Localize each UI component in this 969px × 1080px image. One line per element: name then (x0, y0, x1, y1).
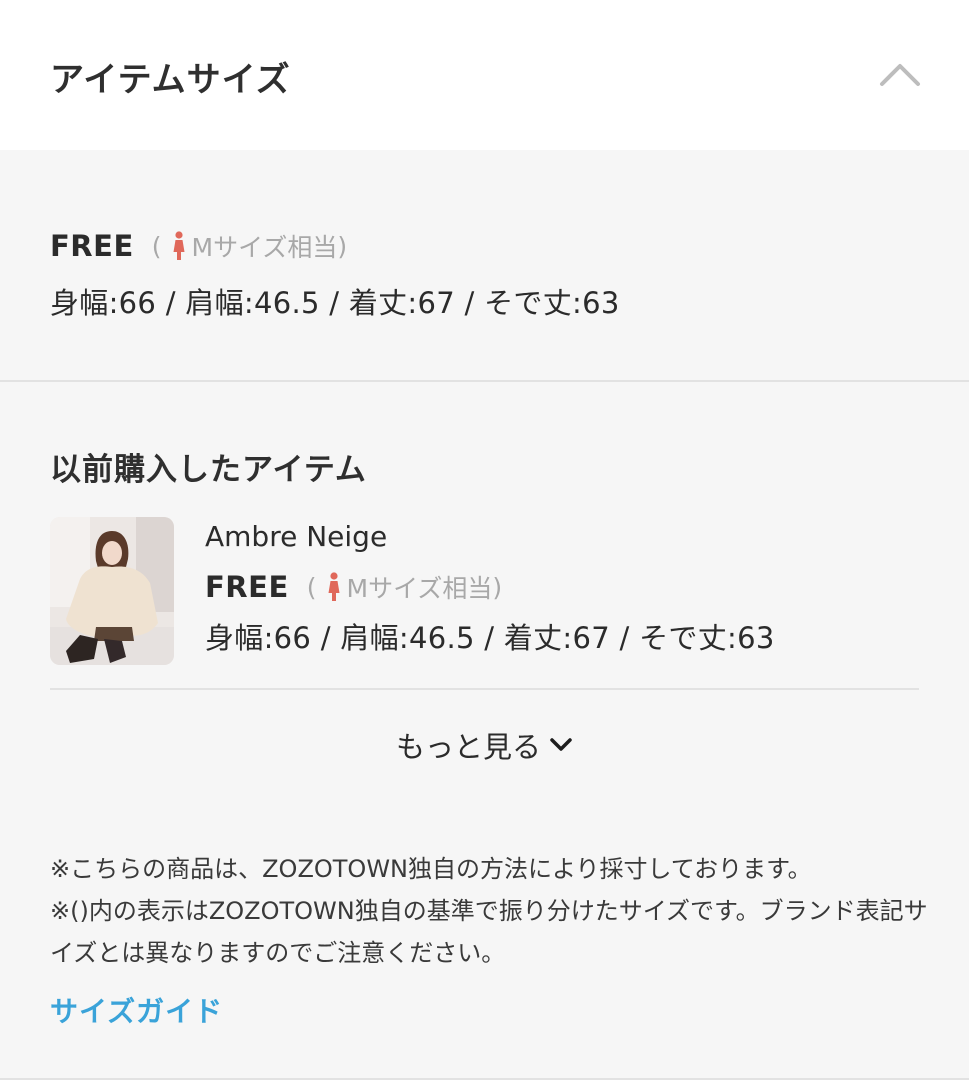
size-name: FREE (50, 229, 134, 263)
note-text: ※()内の表示はZOZOTOWN独自の基準で振り分けたサイズです。ブランド表記サ… (50, 897, 928, 967)
item-size-name: FREE (205, 570, 289, 604)
divider (50, 688, 919, 690)
paren-open: ( (306, 572, 317, 602)
size-equivalent-label: Mサイズ相当 (191, 233, 338, 262)
size-measurements: 身幅:66 / 肩幅:46.5 / 着丈:67 / そで丈:63 (50, 286, 620, 320)
show-more-button[interactable]: もっと見る (0, 720, 969, 770)
chevron-up-icon[interactable] (878, 58, 922, 94)
purchased-item: Ambre Neige FREE ( Mサイズ相当 ) 身幅:66 / 肩幅:4… (205, 517, 775, 657)
item-size-line: FREE ( Mサイズ相当 ) (205, 567, 775, 607)
section-title: アイテムサイズ (50, 60, 291, 100)
paren-close: ) (337, 231, 348, 261)
paren-open: ( (151, 231, 162, 261)
female-person-icon (173, 231, 185, 260)
item-size-equivalent-label: Mサイズ相当 (346, 574, 493, 603)
item-thumbnail[interactable] (50, 517, 174, 665)
item-brand[interactable]: Ambre Neige (205, 517, 775, 557)
size-guide-link[interactable]: サイズガイド (50, 990, 223, 1030)
size-equivalent: ( Mサイズ相当 ) (152, 228, 347, 264)
item-size-equivalent: ( Mサイズ相当 ) (307, 569, 502, 605)
item-measurements: 身幅:66 / 肩幅:46.5 / 着丈:67 / そで丈:63 (205, 621, 775, 655)
female-person-icon (328, 572, 340, 601)
previous-purchases-title: 以前購入したアイテム (50, 452, 367, 488)
size-line: FREE ( Mサイズ相当 ) (50, 226, 620, 266)
current-size-block: FREE ( Mサイズ相当 ) 身幅:66 / 肩幅:46.5 / 着丈:67 … (50, 226, 620, 322)
chevron-down-icon (550, 738, 572, 751)
note-text: ※こちらの商品は、ZOZOTOWN独自の方法により採寸しております。 (50, 855, 812, 883)
paren-close: ) (492, 572, 503, 602)
measurement-notes: ※こちらの商品は、ZOZOTOWN独自の方法により採寸しております。 ※()内の… (50, 848, 930, 974)
divider (0, 380, 969, 382)
show-more-label: もっと見る (395, 730, 541, 764)
section-header[interactable]: アイテムサイズ (0, 0, 969, 150)
